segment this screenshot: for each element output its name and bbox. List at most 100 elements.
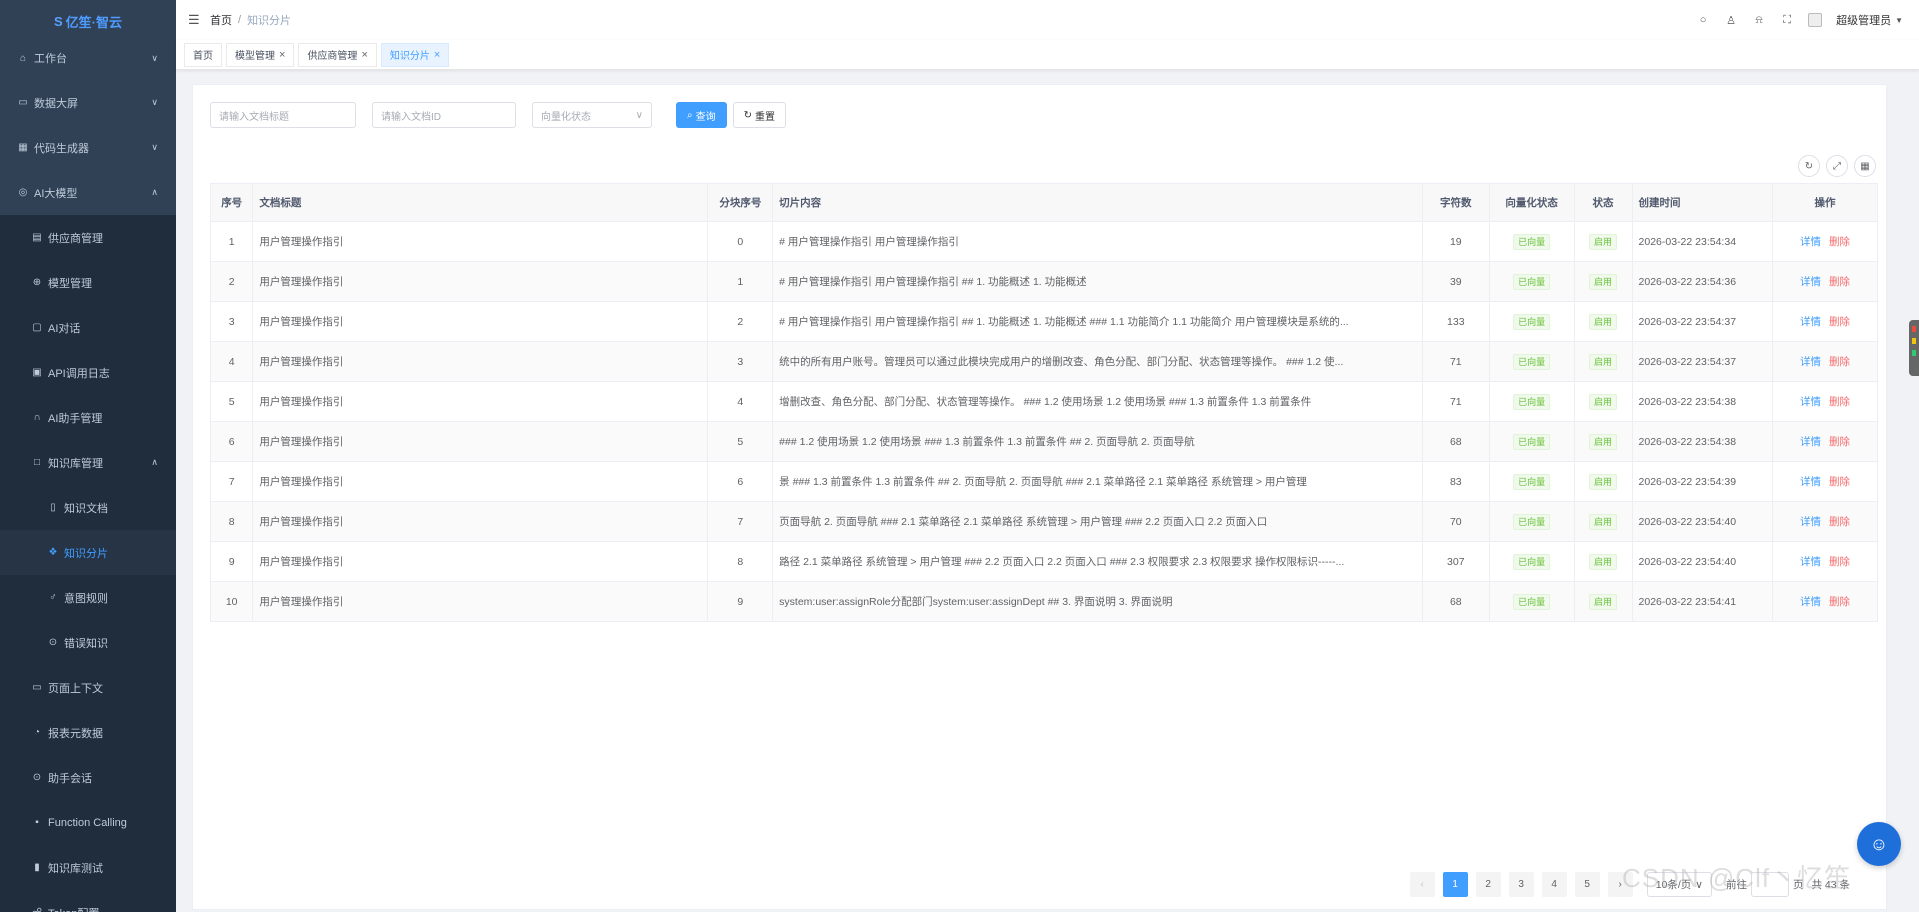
delete-link[interactable]: 删除 bbox=[1829, 596, 1850, 608]
sidebar-item-label: AI助手管理 bbox=[48, 412, 103, 425]
cell-index: 4 bbox=[210, 341, 254, 382]
cell-doc-title: 用户管理操作指引 bbox=[252, 461, 709, 502]
refresh-icon[interactable]: ↻ bbox=[1798, 155, 1820, 177]
cell-status: 启用 bbox=[1574, 221, 1633, 262]
fullscreen-icon[interactable]: ⛶ bbox=[1780, 13, 1794, 27]
tag-tab[interactable]: 模型管理 × bbox=[226, 42, 295, 67]
detail-link[interactable]: 详情 bbox=[1800, 556, 1821, 568]
detail-link[interactable]: 详情 bbox=[1800, 596, 1821, 608]
sidebar-item[interactable]: ⌂ 工作台 ∨ bbox=[0, 36, 176, 80]
table-row: 9 用户管理操作指引 8 路径 2.1 菜单路径 系统管理 > 用户管理 ### 2.… bbox=[210, 541, 1878, 582]
cell-status: 启用 bbox=[1574, 301, 1633, 342]
doc-title-input[interactable]: 请输入文档标题 bbox=[210, 102, 356, 128]
cell-status: 启用 bbox=[1574, 341, 1633, 382]
bell-icon[interactable]: ⍾ bbox=[1752, 13, 1766, 27]
close-icon[interactable]: × bbox=[361, 49, 367, 61]
cell-doc-title: 用户管理操作指引 bbox=[252, 581, 709, 622]
detail-link[interactable]: 详情 bbox=[1800, 436, 1821, 448]
close-icon[interactable]: × bbox=[279, 49, 285, 61]
chevron-down-icon[interactable]: ▼ bbox=[1895, 16, 1903, 25]
sidebar-item[interactable]: ◔ 报表元数据 bbox=[0, 710, 176, 755]
delete-link[interactable]: 删除 bbox=[1829, 356, 1850, 368]
menu-icon: ▯ bbox=[50, 502, 56, 513]
cell-char-count: 71 bbox=[1422, 341, 1490, 382]
cell-vector-status: 已向量 bbox=[1489, 381, 1575, 422]
page-number-button[interactable]: 4 bbox=[1541, 872, 1567, 897]
delete-link[interactable]: 删除 bbox=[1829, 276, 1850, 288]
hamburger-icon[interactable]: ☰ bbox=[188, 12, 202, 28]
sidebar-item[interactable]: ∩ AI助手管理 bbox=[0, 395, 176, 440]
menu-icon: ⊙ bbox=[32, 772, 42, 783]
detail-link[interactable]: 详情 bbox=[1800, 316, 1821, 328]
sidebar-item-label: 页面上下文 bbox=[48, 682, 103, 695]
delete-link[interactable]: 删除 bbox=[1829, 236, 1850, 248]
side-drawer-handle[interactable] bbox=[1909, 320, 1919, 376]
sidebar-item[interactable]: ▭ 页面上下文 bbox=[0, 665, 176, 710]
sidebar-item-label: 知识分片 bbox=[64, 547, 108, 560]
sidebar-item[interactable]: ☍ Token配置 bbox=[0, 890, 176, 912]
shirt-icon[interactable]: ♙ bbox=[1724, 13, 1738, 27]
sidebar-item[interactable]: ⊙ 错误知识 bbox=[0, 620, 176, 665]
sidebar-item[interactable]: ⊕ 模型管理 bbox=[0, 260, 176, 305]
cell-doc-title: 用户管理操作指引 bbox=[252, 541, 709, 582]
avatar[interactable] bbox=[1808, 13, 1823, 27]
menu-icon: ⌂ bbox=[19, 52, 27, 64]
sidebar-item[interactable]: ▭ 数据大屏 ∨ bbox=[0, 80, 176, 125]
username[interactable]: 超级管理员 bbox=[1836, 12, 1891, 28]
detail-link[interactable]: 详情 bbox=[1800, 396, 1821, 408]
vector-status-select[interactable]: 向量化状态 ∨ bbox=[532, 102, 652, 128]
ai-assistant-button[interactable]: ☺ bbox=[1857, 822, 1901, 866]
delete-link[interactable]: 删除 bbox=[1829, 396, 1850, 408]
status-badge: 启用 bbox=[1589, 393, 1618, 410]
detail-link[interactable]: 详情 bbox=[1800, 516, 1821, 528]
sidebar-item[interactable]: ♂ 意图规则 bbox=[0, 575, 176, 620]
tag-tab[interactable]: 知识分片 × bbox=[380, 42, 450, 67]
delete-link[interactable]: 删除 bbox=[1829, 556, 1850, 568]
fullscreen-icon[interactable]: ⤢ bbox=[1826, 155, 1848, 177]
tag-tab[interactable]: 供应商管理 × bbox=[298, 42, 377, 67]
status-badge: 启用 bbox=[1589, 593, 1618, 610]
sidebar-item[interactable]: ▪ Function Calling bbox=[0, 800, 176, 845]
sidebar-item[interactable]: ▮ 知识库测试 bbox=[0, 845, 176, 890]
prev-page-button[interactable]: ‹ bbox=[1409, 872, 1435, 897]
doc-id-input[interactable]: 请输入文档ID bbox=[372, 102, 516, 128]
delete-link[interactable]: 删除 bbox=[1829, 476, 1850, 488]
cell-created-time: 2026-03-22 23:54:37 bbox=[1632, 341, 1774, 382]
sidebar-item[interactable]: ◎ AI大模型 ∧ bbox=[0, 170, 176, 215]
vector-status-badge: 已向量 bbox=[1513, 353, 1551, 370]
page-number-button[interactable]: 3 bbox=[1508, 872, 1534, 897]
search-icon[interactable]: ○ bbox=[1696, 13, 1710, 27]
delete-link[interactable]: 删除 bbox=[1829, 436, 1850, 448]
query-button[interactable]: ⌕ 查询 bbox=[676, 102, 727, 128]
delete-link[interactable]: 删除 bbox=[1829, 316, 1850, 328]
delete-link[interactable]: 删除 bbox=[1829, 516, 1850, 528]
detail-link[interactable]: 详情 bbox=[1800, 276, 1821, 288]
sidebar-item[interactable]: ❖ 知识分片 bbox=[0, 530, 176, 575]
page-number-button[interactable]: 1 bbox=[1442, 872, 1468, 897]
sidebar-item[interactable]: □ 知识库管理 ∧ bbox=[0, 440, 176, 485]
detail-link[interactable]: 详情 bbox=[1800, 356, 1821, 368]
table-row: 2 用户管理操作指引 1 # 用户管理操作指引 用户管理操作指引 ## 1. 功能概述… bbox=[210, 261, 1878, 302]
status-badge: 启用 bbox=[1589, 433, 1618, 450]
menu-icon: ◔ bbox=[33, 727, 41, 738]
sidebar-item-label: Function Calling bbox=[48, 816, 127, 829]
sidebar-item[interactable]: ⊙ 助手会话 bbox=[0, 755, 176, 800]
reset-button[interactable]: ↻ 重置 bbox=[732, 102, 786, 128]
sidebar-item-label: 代码生成器 bbox=[34, 142, 89, 155]
cell-content: # 用户管理操作指引 用户管理操作指引 ## 1. 功能概述 1. 功能概述 bbox=[772, 261, 1423, 302]
breadcrumb-home[interactable]: 首页 bbox=[210, 12, 232, 28]
sidebar-item[interactable]: ▦ 代码生成器 ∨ bbox=[0, 125, 176, 170]
columns-icon[interactable]: ▦ bbox=[1854, 155, 1876, 177]
close-icon[interactable]: × bbox=[434, 49, 440, 61]
detail-link[interactable]: 详情 bbox=[1800, 476, 1821, 488]
menu-icon: ⊙ bbox=[48, 637, 58, 648]
sidebar-item[interactable]: ▣ API调用日志 bbox=[0, 350, 176, 395]
detail-link[interactable]: 详情 bbox=[1800, 236, 1821, 248]
tag-tab[interactable]: 首页 bbox=[184, 42, 222, 67]
sidebar-item[interactable]: ▯ 知识文档 bbox=[0, 485, 176, 530]
col-header: 序号 bbox=[210, 183, 254, 222]
page-number-button[interactable]: 2 bbox=[1475, 872, 1501, 897]
page-number-button[interactable]: 5 bbox=[1574, 872, 1600, 897]
sidebar-item[interactable]: ▢ AI对话 bbox=[0, 305, 176, 350]
sidebar-item[interactable]: ▤ 供应商管理 bbox=[0, 215, 176, 260]
